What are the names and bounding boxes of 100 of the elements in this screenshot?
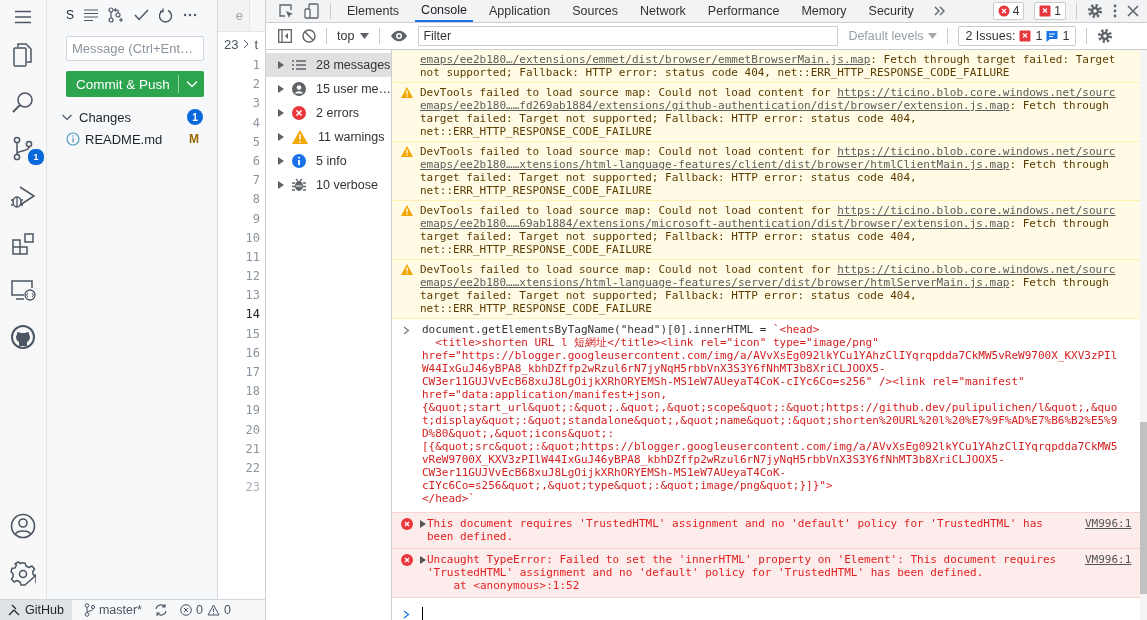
- panel-tab[interactable]: Security: [862, 0, 920, 22]
- menu-icon[interactable]: [14, 10, 32, 24]
- error-count-badge[interactable]: 4: [992, 2, 1025, 20]
- message-group-item[interactable]: 10 verbose: [266, 173, 391, 197]
- clear-console-icon[interactable]: [302, 29, 316, 43]
- issue-icon: [1039, 5, 1052, 17]
- issue-icon: [1019, 30, 1032, 42]
- line-number: 14: [245, 306, 260, 324]
- run-debug-icon[interactable]: [10, 184, 36, 210]
- settings-icon[interactable]: [1097, 28, 1114, 44]
- close-icon[interactable]: [1127, 5, 1139, 17]
- breadcrumb-item[interactable]: t: [254, 36, 259, 52]
- panel-tab[interactable]: Console: [415, 0, 473, 22]
- info-icon: [66, 132, 80, 146]
- error-icon: [401, 554, 413, 566]
- line-number: 19: [245, 402, 260, 420]
- settings-icon[interactable]: [1087, 3, 1103, 19]
- panel-tab[interactable]: Sources: [566, 0, 624, 22]
- context-dropdown[interactable]: top: [337, 29, 370, 43]
- user-icon: [292, 82, 306, 96]
- line-number: 10: [245, 229, 260, 247]
- bug-icon: [292, 178, 306, 192]
- pull-request-icon[interactable]: [108, 7, 124, 23]
- line-number: 7: [252, 172, 260, 190]
- line-number: 3: [252, 95, 260, 113]
- account-icon[interactable]: [10, 513, 36, 539]
- panel-tab[interactable]: Network: [634, 0, 692, 22]
- scrollbar-thumb[interactable]: [1140, 422, 1147, 594]
- sidebar-toggle-icon[interactable]: [278, 29, 292, 43]
- warning-text: DevTools failed to load source map: Could not load content for https://ticino.blob.core.windows.net/sourcemaps/ee2b180……fd269ab1884/extensions/github-authentication/dist/browser/extension.js.map: Fetch through target failed: Target not supported; Fallback: HTTP error: status code 404, net::ERR_HTTP_RESPONSE_CODE_FAILURE: [420, 86, 1116, 138]
- github-icon[interactable]: [10, 324, 36, 350]
- device-icon[interactable]: [304, 3, 320, 19]
- branch-indicator[interactable]: master*: [83, 603, 142, 617]
- message-group-item[interactable]: 5 info: [266, 149, 391, 173]
- error-icon: [401, 518, 413, 530]
- source-link[interactable]: VM996:1: [1085, 553, 1132, 566]
- more-options-icon[interactable]: [1113, 4, 1117, 18]
- more-tabs-icon[interactable]: [933, 6, 946, 16]
- line-number: 16: [245, 344, 260, 362]
- inspect-icon[interactable]: [278, 3, 294, 19]
- source-link[interactable]: VM996:1: [1085, 517, 1132, 530]
- panel-tab[interactable]: Performance: [701, 0, 786, 22]
- eye-icon[interactable]: [390, 30, 409, 42]
- view-title: S: [66, 8, 74, 22]
- settings-icon[interactable]: [10, 561, 36, 587]
- check-icon[interactable]: [134, 9, 149, 21]
- line-number: 1: [252, 57, 260, 74]
- warning-text: DevTools failed to load source map: Could not load content for https://ticino.blob.core.windows.net/sourcemaps/ee2b180……xtensions/html-language-features/server/dist/browser/htmlServerMain.js.map: Fetch through target failed: Target not supported; Fallback: HTTP error: status code 404, net::ERR_HTTP_RESPONSE_CODE_FAILURE: [420, 263, 1116, 315]
- expand-icon[interactable]: [420, 556, 426, 564]
- panel-tab[interactable]: Elements: [341, 0, 406, 22]
- line-number: 20: [245, 421, 260, 439]
- warning-text: DevTools failed to load source map: Could not load content for https://ticino.blob.core.windows.net/sourcemaps/ee2b180……69ab1884/extensions/microsoft-authentication/dist/browser/extension.js.map: Fetch through target failed: Target not supported; Fallback: HTTP error: status code 404, net::ERR_HTTP_RESPONSE_CODE_FAILURE: [420, 204, 1116, 256]
- chevron-right-icon: [243, 39, 250, 49]
- file-name[interactable]: README.md: [85, 131, 184, 147]
- files-icon[interactable]: [11, 42, 35, 68]
- line-number: 12: [245, 268, 260, 286]
- message-field[interactable]: Message (Ctrl+Ent…: [66, 36, 204, 61]
- issues-button[interactable]: 2 Issues: 1 1: [958, 26, 1077, 46]
- sync-icon[interactable]: [154, 604, 168, 616]
- panel-tab[interactable]: Memory: [795, 0, 853, 22]
- changes-label[interactable]: Changes: [79, 109, 181, 125]
- line-number: 18: [245, 383, 260, 401]
- line-number: 23: [245, 479, 260, 497]
- expand-icon: [278, 181, 284, 189]
- extensions-icon[interactable]: [11, 232, 35, 256]
- issue-count-badge[interactable]: 1: [1034, 2, 1066, 20]
- line-number: 15: [245, 325, 260, 343]
- error-icon: [292, 106, 306, 120]
- filter-field[interactable]: Filter: [418, 26, 839, 46]
- line-number: 8: [252, 191, 260, 209]
- remote-indicator[interactable]: GitHub: [0, 600, 72, 620]
- expand-icon[interactable]: [420, 520, 426, 528]
- warning-text: DevTools failed to load source map: Could not load content for https://ticino.blob.core.windows.net/sourcemaps/ee2b180……xtensions/html-language-features/client/dist/browser/htmlClientMain.js.map: Fetch through target failed: Target not supported; Fallback: HTTP error: status code 404, net::ERR_HTTP_RESPONSE_CODE_FAILURE: [420, 145, 1116, 197]
- more-icon[interactable]: [183, 13, 197, 17]
- message-group-item[interactable]: 28 messages: [266, 53, 391, 77]
- line-number: 13: [245, 287, 260, 305]
- prompt-icon: [403, 610, 410, 619]
- warning-icon: [206, 604, 220, 616]
- line-number: 9: [252, 210, 260, 228]
- line-number: 21: [245, 440, 260, 458]
- info-icon: [292, 154, 306, 168]
- breadcrumb-item[interactable]: 23: [224, 36, 239, 52]
- expand-icon: [278, 109, 284, 117]
- branch-icon: [83, 603, 95, 617]
- list-icon[interactable]: [84, 9, 98, 21]
- remote-explorer-icon[interactable]: [10, 278, 36, 302]
- panel-tab[interactable]: Application: [483, 0, 557, 22]
- error-icon: [180, 604, 192, 616]
- message-group-item[interactable]: 2 errors: [266, 101, 391, 125]
- message-group-item[interactable]: 15 user me…: [266, 77, 391, 101]
- refresh-icon[interactable]: [159, 7, 173, 23]
- error-text: Uncaught TypeError: Failed to set the 'innerHTML' property on 'Element': This document requires 'TrustedHTML' assignment and no 'default' policy for 'TrustedHTML' has been defined. at <anonymous>:1:52: [427, 553, 1058, 592]
- search-icon[interactable]: [11, 90, 35, 114]
- chevron-down-icon[interactable]: [186, 80, 198, 88]
- problems-indicator[interactable]: 0 0: [180, 603, 231, 617]
- warning-icon: [292, 130, 308, 144]
- line-number: 4: [252, 114, 260, 132]
- message-group-item[interactable]: 11 warnings: [266, 125, 391, 149]
- line-number: 6: [252, 152, 260, 170]
- source-control-icon[interactable]: [11, 136, 35, 162]
